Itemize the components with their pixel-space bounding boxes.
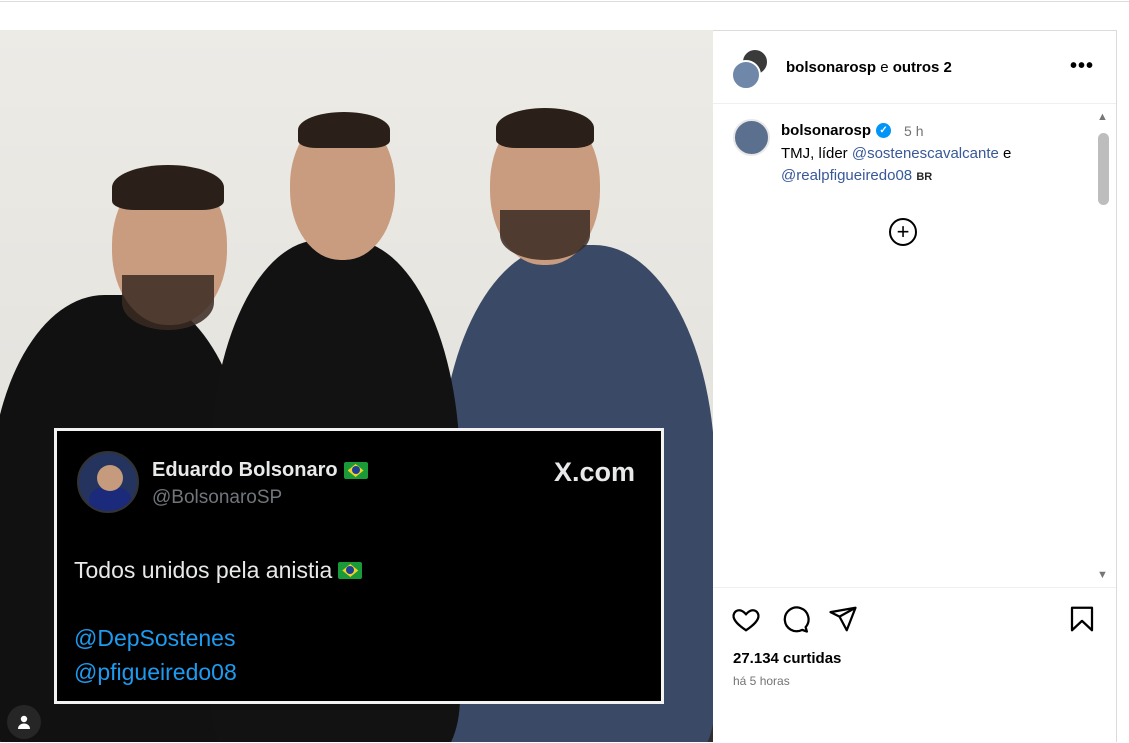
hair-right bbox=[496, 108, 594, 148]
caption-header: bolsonarosp ✓ 5 h bbox=[781, 122, 923, 139]
tweet-handle: @BolsonaroSP bbox=[152, 487, 283, 508]
avatar bbox=[731, 60, 761, 90]
post-actions: 27.134 curtidas há 5 horas bbox=[713, 587, 1116, 743]
heart-icon[interactable] bbox=[731, 604, 761, 634]
hair-middle bbox=[298, 112, 390, 148]
brazil-flag-icon bbox=[343, 462, 368, 479]
caption-mention[interactable]: @realpfigueiredo08 bbox=[781, 167, 912, 184]
post-details-panel: bolsonarosp e outros 2 ••• bolsonarosp ✓… bbox=[713, 30, 1117, 742]
beard-left bbox=[122, 275, 214, 330]
tweet-avatar bbox=[77, 451, 139, 513]
tweet-site-label: X.com bbox=[553, 457, 635, 487]
collab-avatars[interactable] bbox=[731, 48, 773, 90]
scroll-up-arrow[interactable]: ▲ bbox=[1097, 111, 1108, 123]
tweet-mention: @pfigueiredo08 bbox=[74, 659, 237, 685]
share-icon[interactable] bbox=[828, 604, 858, 634]
comment-icon[interactable] bbox=[780, 604, 810, 634]
plus-circle-icon[interactable]: + bbox=[889, 218, 917, 246]
hair-left bbox=[112, 165, 224, 210]
header-username[interactable]: bolsonarosp e outros 2 bbox=[786, 59, 952, 76]
caption-avatar[interactable] bbox=[733, 119, 770, 156]
likes-count[interactable]: 27.134 curtidas bbox=[733, 650, 841, 667]
tweet-text: Todos unidos pela anistia bbox=[74, 557, 363, 584]
caption-text: TMJ, líder @sostenescavalcante e @realpf… bbox=[781, 145, 1012, 184]
beard-right bbox=[500, 210, 590, 260]
scrollbar-thumb[interactable] bbox=[1098, 133, 1109, 205]
brazil-flag-icon bbox=[338, 562, 363, 579]
country-badge: BR bbox=[916, 171, 933, 183]
caption-time[interactable]: 5 h bbox=[904, 123, 923, 139]
post-timestamp[interactable]: há 5 horas bbox=[733, 674, 790, 688]
user-icon[interactable] bbox=[7, 705, 41, 739]
tweet-author-name: Eduardo Bolsonaro bbox=[152, 459, 368, 482]
bookmark-icon[interactable] bbox=[1067, 604, 1097, 634]
tweet-mention: @DepSostenes bbox=[74, 625, 236, 651]
post-header: bolsonarosp e outros 2 ••• bbox=[713, 31, 1116, 104]
caption-mention[interactable]: @sostenescavalcante bbox=[852, 145, 999, 162]
caption-username[interactable]: bolsonarosp bbox=[781, 122, 871, 139]
tweet-card: Eduardo Bolsonaro @BolsonaroSP X.com Tod… bbox=[54, 428, 664, 704]
more-options-button[interactable]: ••• bbox=[1070, 55, 1094, 78]
top-border bbox=[0, 0, 1129, 2]
scroll-down-arrow[interactable]: ▼ bbox=[1097, 569, 1108, 581]
verified-icon: ✓ bbox=[876, 123, 892, 138]
